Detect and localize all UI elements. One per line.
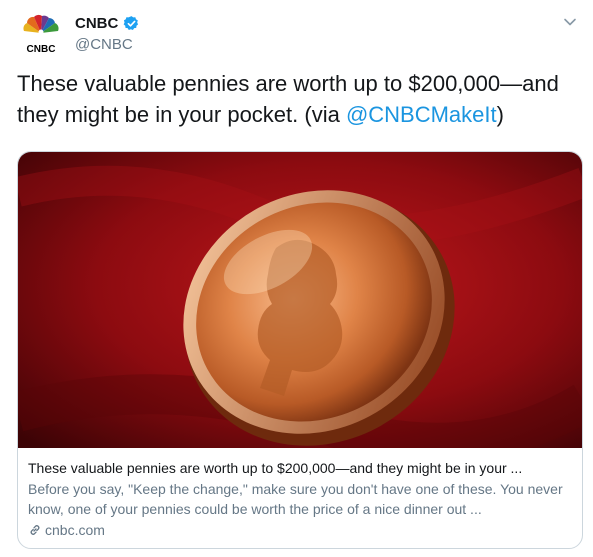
chevron-down-icon[interactable] (563, 15, 577, 29)
verified-badge-icon (123, 15, 139, 30)
handle[interactable]: @CNBC (75, 36, 140, 53)
avatar-label: CNBC (27, 44, 56, 55)
tweet-text-end: ) (496, 102, 504, 127)
card-domain-text: cnbc.com (45, 522, 105, 538)
link-card[interactable]: These valuable pennies are worth up to $… (17, 151, 583, 549)
cnbc-peacock-logo: CNBC (23, 14, 59, 55)
display-name[interactable]: CNBC (75, 15, 118, 32)
link-icon (30, 525, 40, 535)
card-title[interactable]: These valuable pennies are worth up to $… (28, 458, 574, 478)
mention-link[interactable]: @CNBCMakeIt (346, 102, 497, 127)
user-info: CNBC @CNBC (75, 13, 140, 53)
card-description: Before you say, "Keep the change," make … (28, 481, 563, 517)
avatar[interactable]: CNBC (17, 12, 65, 60)
card-domain[interactable]: cnbc.com (28, 520, 574, 540)
tweet: CNBC CNBC @CNBC These valuable pennies a… (0, 0, 593, 557)
card-body: These valuable pennies are worth up to $… (28, 458, 574, 540)
tweet-text: These valuable pennies are worth up to $… (17, 68, 582, 130)
penny-photo (18, 152, 582, 448)
